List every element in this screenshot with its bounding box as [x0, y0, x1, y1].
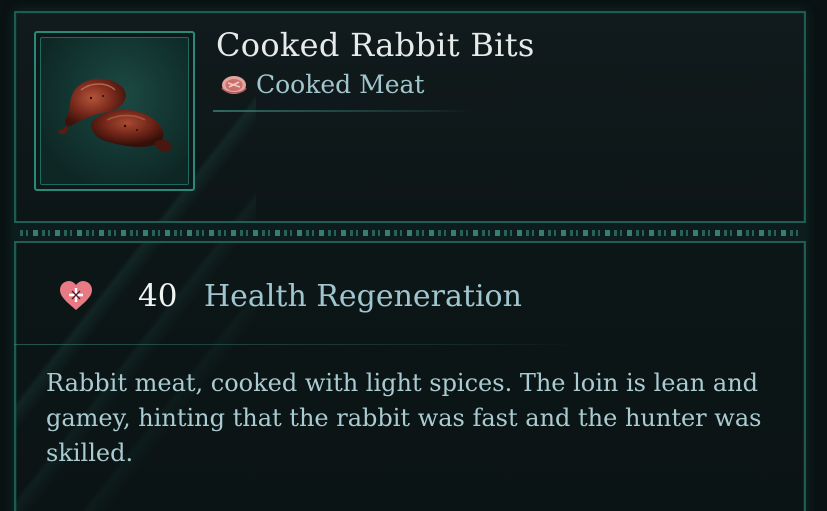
health-heart-icon — [60, 281, 92, 310]
cooked-rabbit-leg-image — [58, 78, 172, 152]
stat-label: Health Regeneration — [204, 278, 522, 314]
stat-value: 40 — [138, 278, 178, 314]
item-description: Rabbit meat, cooked with light spices. T… — [46, 369, 762, 467]
stat-divider — [14, 344, 574, 345]
section-divider — [14, 221, 806, 243]
item-title: Cooked Rabbit Bits — [216, 26, 535, 64]
category-label: Cooked Meat — [256, 70, 425, 99]
title-divider — [213, 110, 473, 112]
divider-pattern — [20, 230, 800, 236]
stat-row: 40 Health Regeneration — [58, 278, 522, 314]
item-icon-frame — [34, 31, 195, 191]
cooked-meat-icon — [221, 75, 247, 94]
item-image-slot — [40, 37, 189, 185]
item-category: Cooked Meat — [220, 70, 424, 99]
